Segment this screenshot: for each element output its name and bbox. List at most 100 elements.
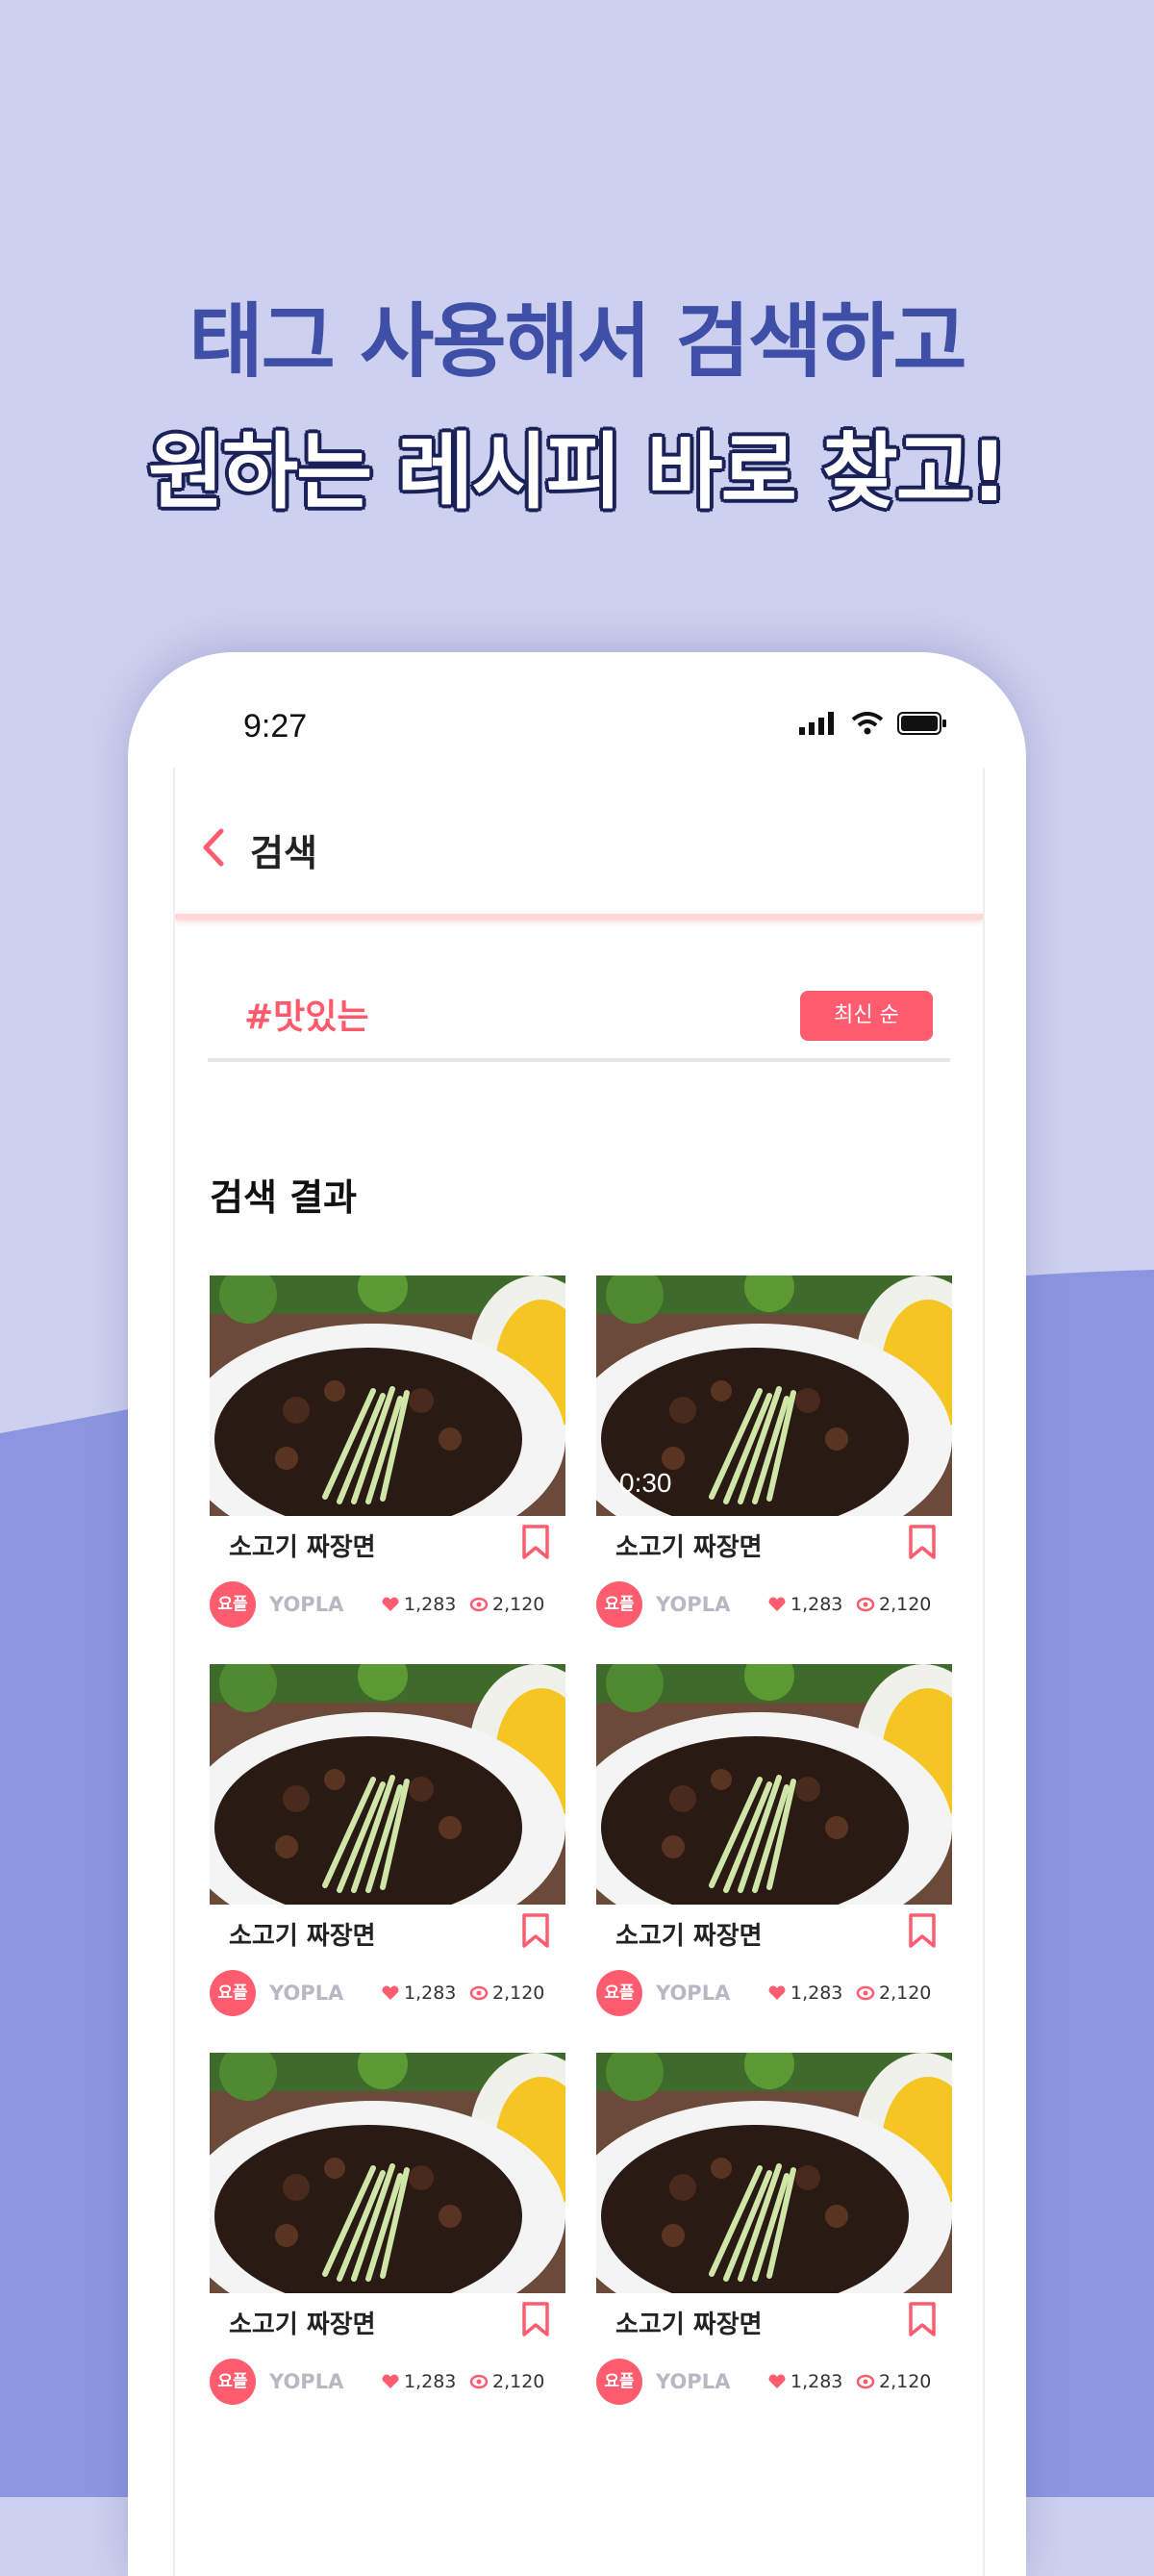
views-value: 2,120 xyxy=(492,2371,545,2392)
recipe-thumbnail[interactable]: 0:30 xyxy=(596,1275,952,1516)
headline-line-1: 태그 사용해서 검색하고 xyxy=(188,294,966,389)
author-avatar[interactable]: 요플 xyxy=(210,1970,256,2016)
likes-count: 1,283 xyxy=(767,2371,842,2392)
recipe-card[interactable]: 소고기 짜장면 요플 YOPLA 1,283 2,120 xyxy=(210,1275,565,1645)
likes-value: 1,283 xyxy=(790,1594,843,1615)
video-duration: 0:30 xyxy=(619,1468,672,1498)
recipe-card[interactable]: 0:30 소고기 짜장면 요플 YOPLA 1,283 2,120 xyxy=(596,1275,952,1645)
views-value: 2,120 xyxy=(879,1594,932,1615)
likes-value: 1,283 xyxy=(404,2371,457,2392)
eye-icon xyxy=(469,1597,489,1612)
likes-value: 1,283 xyxy=(790,2371,843,2392)
author-name: YOPLA xyxy=(269,1593,344,1616)
views-count: 2,120 xyxy=(469,2371,544,2392)
likes-value: 1,283 xyxy=(404,1983,457,2004)
status-time: 9:27 xyxy=(243,708,308,745)
recipe-title: 소고기 짜장면 xyxy=(615,1533,763,1562)
author-avatar[interactable]: 요플 xyxy=(596,1970,642,2016)
recipe-title: 소고기 짜장면 xyxy=(229,1533,376,1562)
recipe-meta: 요플 YOPLA 1,283 2,120 xyxy=(596,1970,952,2018)
eye-icon xyxy=(856,1597,875,1612)
recipe-thumbnail[interactable] xyxy=(210,1664,565,1905)
likes-count: 1,283 xyxy=(381,1983,456,2004)
bookmark-icon[interactable] xyxy=(908,1912,937,1949)
recipe-title: 소고기 짜장면 xyxy=(615,1922,763,1951)
eye-icon xyxy=(856,2374,875,2389)
noodle-dish-image xyxy=(210,1664,565,1905)
author-avatar[interactable]: 요플 xyxy=(210,1581,256,1628)
author-avatar[interactable]: 요플 xyxy=(596,2359,642,2405)
likes-count: 1,283 xyxy=(767,1983,842,2004)
views-value: 2,120 xyxy=(879,2371,932,2392)
views-value: 2,120 xyxy=(879,1983,932,2004)
recipe-card[interactable]: 소고기 짜장면 요플 YOPLA 1,283 2,120 xyxy=(210,2053,565,2422)
bookmark-icon[interactable] xyxy=(521,1524,550,1560)
views-count: 2,120 xyxy=(469,1594,544,1615)
bookmark-icon[interactable] xyxy=(521,2301,550,2337)
search-tag-row: #맛있는 최신 순 xyxy=(208,972,950,1062)
heart-icon xyxy=(382,2374,399,2388)
chevron-left-icon[interactable] xyxy=(194,823,233,871)
likes-count: 1,283 xyxy=(767,1594,842,1615)
heart-icon xyxy=(768,1985,786,2000)
sort-latest-button[interactable]: 최신 순 xyxy=(800,991,933,1041)
likes-count: 1,283 xyxy=(381,1594,456,1615)
search-underline xyxy=(208,1058,950,1062)
heart-icon xyxy=(382,1597,399,1611)
recipe-thumbnail[interactable] xyxy=(596,2053,952,2293)
bookmark-icon[interactable] xyxy=(908,2301,937,2337)
recipe-thumbnail[interactable] xyxy=(210,2053,565,2293)
recipe-card[interactable]: 소고기 짜장면 요플 YOPLA 1,283 2,120 xyxy=(210,1664,565,2033)
bookmark-icon[interactable] xyxy=(521,1912,550,1949)
top-bar: 검색 xyxy=(175,768,983,922)
wifi-icon xyxy=(851,712,884,735)
headline-line-2: 원하는 레시피 바로 찾고! xyxy=(147,424,1008,520)
views-value: 2,120 xyxy=(492,1594,545,1615)
noodle-dish-image xyxy=(210,1275,565,1516)
noodle-dish-image xyxy=(596,1664,952,1905)
views-count: 2,120 xyxy=(856,1594,931,1615)
recipe-meta: 요플 YOPLA 1,283 2,120 xyxy=(210,1970,565,2018)
likes-value: 1,283 xyxy=(790,1983,843,2004)
heart-icon xyxy=(768,1597,786,1611)
app-screen: 검색 #맛있는 최신 순 검색 결과 소고기 짜장면 요플 YOPLA 1,28… xyxy=(173,768,985,2576)
battery-icon xyxy=(897,712,946,735)
author-name: YOPLA xyxy=(656,2370,731,2393)
eye-icon xyxy=(469,2374,489,2389)
recipe-title: 소고기 짜장면 xyxy=(229,1922,376,1951)
author-name: YOPLA xyxy=(656,1982,731,2005)
recipe-meta: 요플 YOPLA 1,283 2,120 xyxy=(210,2359,565,2407)
recipe-meta: 요플 YOPLA 1,283 2,120 xyxy=(210,1581,565,1629)
recipe-meta: 요플 YOPLA 1,283 2,120 xyxy=(596,2359,952,2407)
views-count: 2,120 xyxy=(856,2371,931,2392)
search-tag[interactable]: #맛있는 xyxy=(244,989,369,1039)
header-divider xyxy=(175,914,983,920)
status-icons xyxy=(799,712,947,735)
recipe-title: 소고기 짜장면 xyxy=(615,2311,763,2339)
recipe-thumbnail[interactable] xyxy=(596,1664,952,1905)
recipe-meta: 요플 YOPLA 1,283 2,120 xyxy=(596,1581,952,1629)
phone-mockup: 9:27 검색 #맛있는 최신 순 검색 결과 소고기 짜장면 요플 YOPLA… xyxy=(128,652,1026,2576)
recipe-title: 소고기 짜장면 xyxy=(229,2311,376,2339)
author-name: YOPLA xyxy=(656,1593,731,1616)
recipe-card[interactable]: 소고기 짜장면 요플 YOPLA 1,283 2,120 xyxy=(596,1664,952,2033)
recipe-thumbnail[interactable] xyxy=(210,1275,565,1516)
signal-icon xyxy=(799,712,834,735)
noodle-dish-image xyxy=(596,2053,952,2293)
results-title: 검색 결과 xyxy=(210,1176,358,1219)
heart-icon xyxy=(382,1985,399,2000)
author-avatar[interactable]: 요플 xyxy=(596,1581,642,1628)
likes-value: 1,283 xyxy=(404,1594,457,1615)
views-value: 2,120 xyxy=(492,1983,545,2004)
eye-icon xyxy=(856,1985,875,2001)
page-title: 검색 xyxy=(250,832,317,874)
views-count: 2,120 xyxy=(469,1983,544,2004)
views-count: 2,120 xyxy=(856,1983,931,2004)
recipe-card[interactable]: 소고기 짜장면 요플 YOPLA 1,283 2,120 xyxy=(596,2053,952,2422)
author-name: YOPLA xyxy=(269,1982,344,2005)
noodle-dish-image xyxy=(210,2053,565,2293)
bookmark-icon[interactable] xyxy=(908,1524,937,1560)
eye-icon xyxy=(469,1985,489,2001)
heart-icon xyxy=(768,2374,786,2388)
author-avatar[interactable]: 요플 xyxy=(210,2359,256,2405)
